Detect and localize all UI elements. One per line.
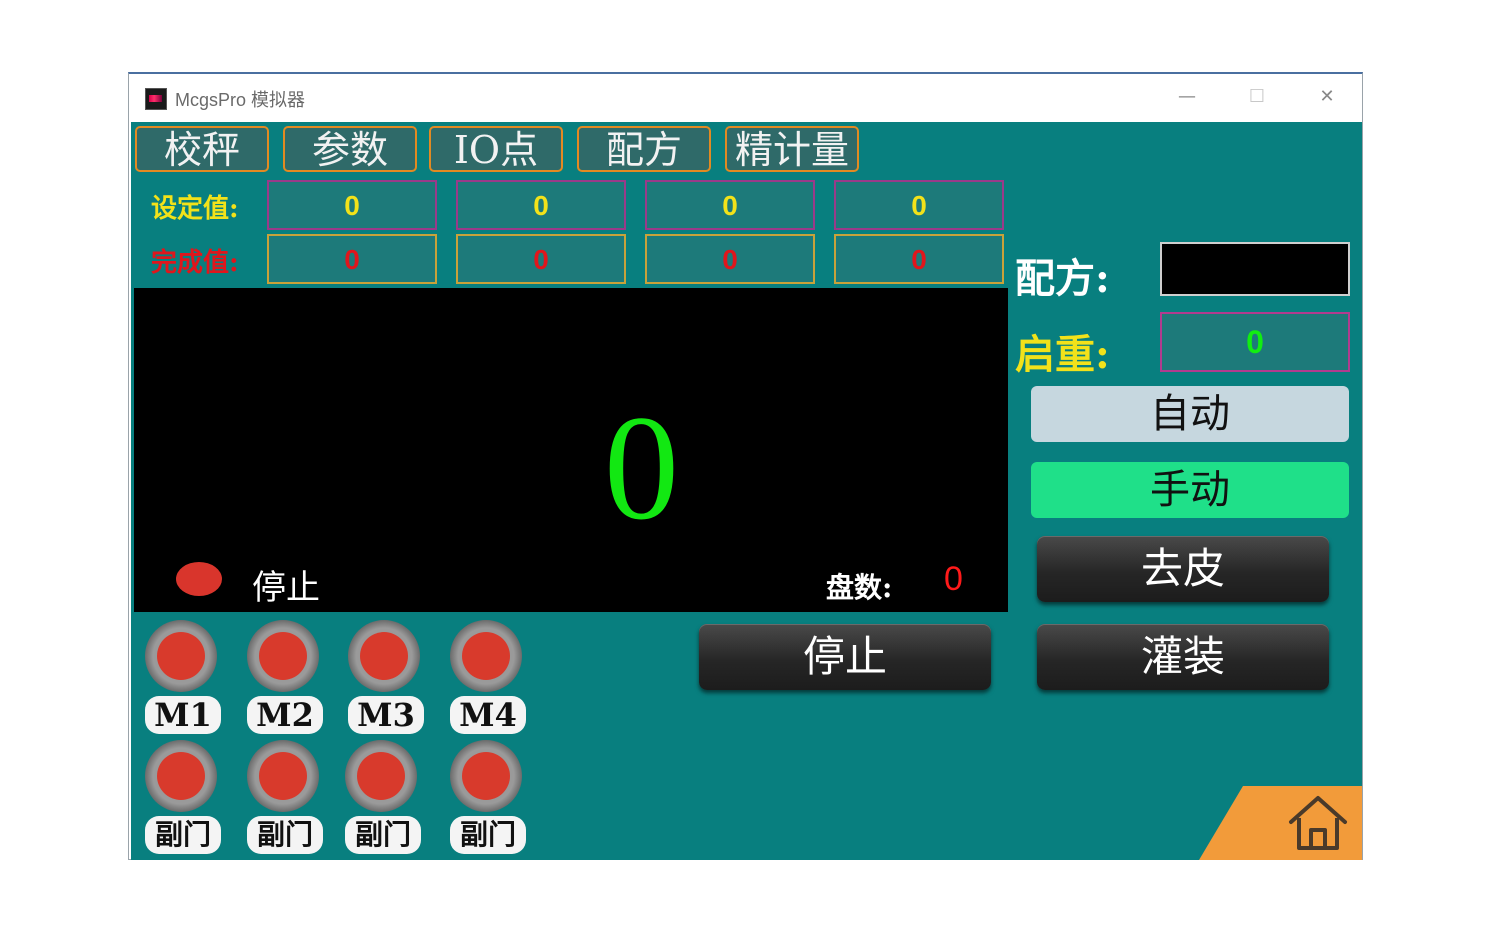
fill-button[interactable]: 灌装 [1037,624,1329,690]
pan-count-label: 盘数: [826,571,893,604]
window-title: McgsPro 模拟器 [175,90,306,110]
complete-value-4: 0 [834,234,1004,284]
maximize-button[interactable]: ☐ [1237,82,1277,112]
motor-lamp-m3[interactable] [348,620,420,692]
motor-label-m4: M4 [450,696,526,734]
sub-door-lamp-3[interactable] [345,740,417,812]
motor-lamp-m1[interactable] [145,620,217,692]
setpoint-value-2[interactable]: 0 [456,180,626,230]
sub-door-label-4: 副门 [450,816,526,854]
hmi-screen: 校秤 参数 IO点 配方 精计量 设定值: 0 0 0 0 完成值: 0 0 0… [131,122,1362,860]
complete-value-2: 0 [456,234,626,284]
title-bar[interactable]: McgsPro 模拟器 — ☐ ✕ [129,74,1362,122]
motor-label-m2: M2 [247,696,323,734]
setpoint-value-1[interactable]: 0 [267,180,437,230]
sub-door-lamp-4[interactable] [450,740,522,812]
home-icon [1289,796,1347,850]
tab-io-points[interactable]: IO点 [429,126,563,172]
tab-fine-metering[interactable]: 精计量 [725,126,859,172]
sub-door-label-3: 副门 [345,816,421,854]
sub-door-lamp-1[interactable] [145,740,217,812]
motor-lamp-m2[interactable] [247,620,319,692]
recipe-field[interactable] [1160,242,1350,296]
weight-readout: 0 [604,385,679,551]
motor-lamp-m4[interactable] [450,620,522,692]
setpoint-value-4[interactable]: 0 [834,180,1004,230]
complete-value-3: 0 [645,234,815,284]
motor-label-m1: M1 [145,696,221,734]
manual-button[interactable]: 手动 [1031,462,1349,518]
minimize-button[interactable]: — [1167,82,1207,112]
motor-label-m3: M3 [348,696,424,734]
auto-button[interactable]: 自动 [1031,386,1349,442]
status-text: 停止 [252,568,320,608]
tab-recipe[interactable]: 配方 [577,126,711,172]
weight-display: 0 停止 盘数: 0 [134,288,1008,612]
app-icon [145,88,167,110]
close-button[interactable]: ✕ [1307,82,1347,112]
stop-button[interactable]: 停止 [699,624,991,690]
sub-door-lamp-2[interactable] [247,740,319,812]
home-button[interactable] [1199,786,1362,860]
status-lamp [176,562,222,596]
tab-calibrate[interactable]: 校秤 [135,126,269,172]
setpoint-value-3[interactable]: 0 [645,180,815,230]
setpoint-label: 设定值: [151,194,239,224]
start-weight-label: 启重: [1015,331,1110,378]
sub-door-label-2: 副门 [247,816,323,854]
simulator-window: McgsPro 模拟器 — ☐ ✕ 校秤 参数 IO点 配方 精计量 设定值: … [128,72,1363,860]
tare-button[interactable]: 去皮 [1037,536,1329,602]
pan-count-value: 0 [944,560,963,598]
start-weight-field[interactable]: 0 [1160,312,1350,372]
tab-parameters[interactable]: 参数 [283,126,417,172]
complete-label: 完成值: [151,248,239,278]
sub-door-label-1: 副门 [145,816,221,854]
recipe-label: 配方: [1015,255,1110,302]
complete-value-1: 0 [267,234,437,284]
